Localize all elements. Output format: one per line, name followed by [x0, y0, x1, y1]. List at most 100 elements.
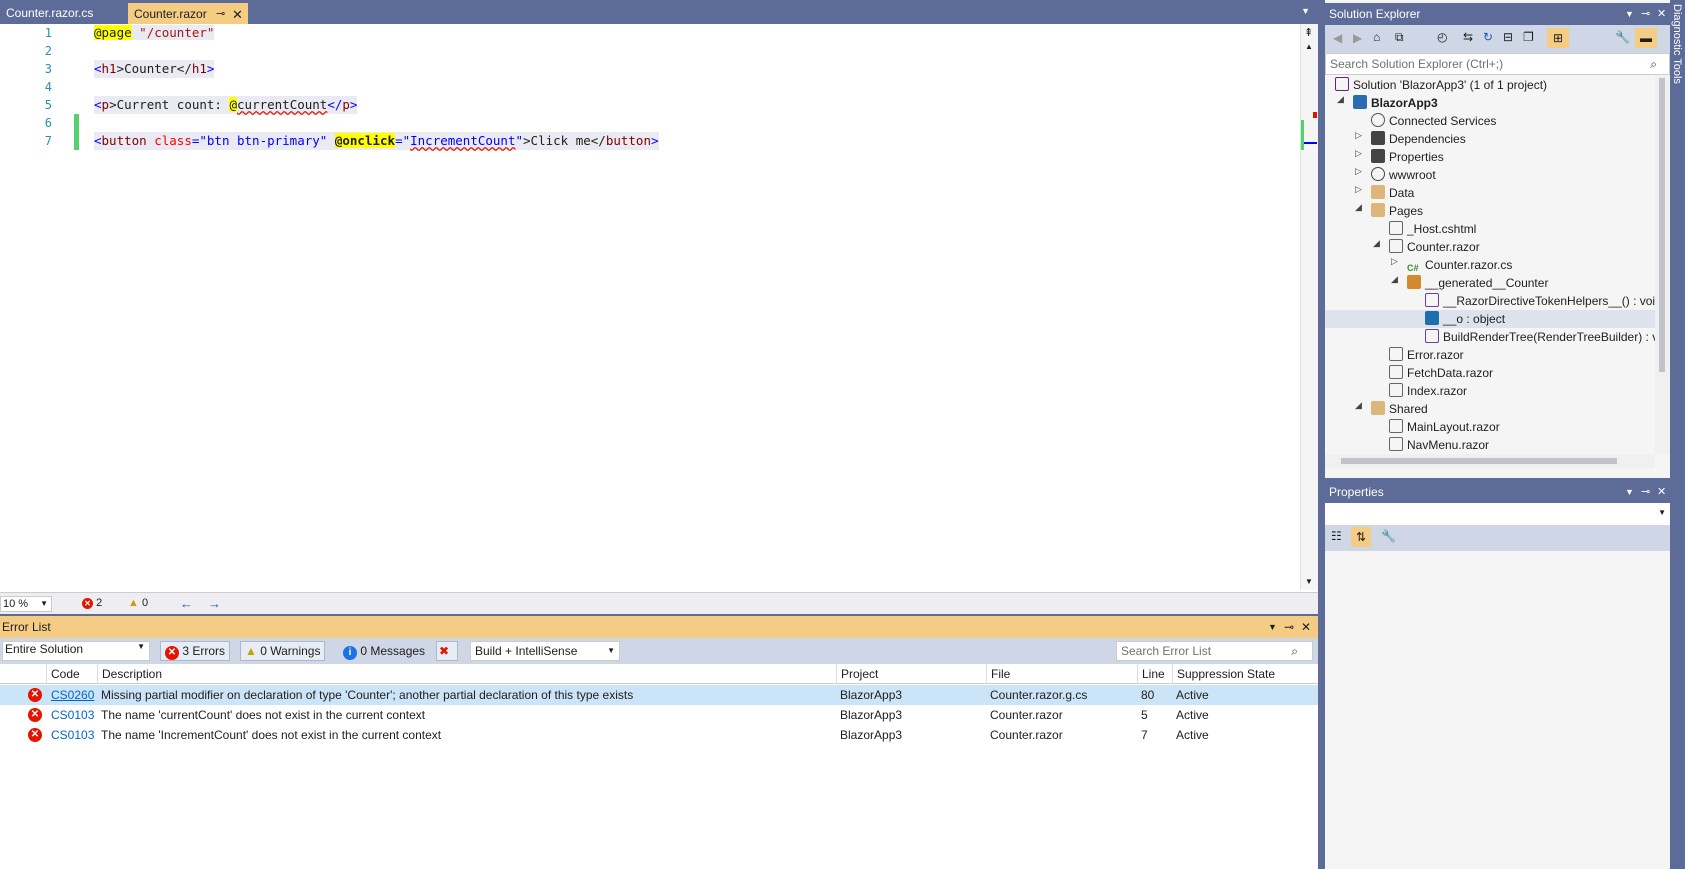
- property-pages-icon[interactable]: 🔧: [1381, 529, 1396, 543]
- scroll-down-icon[interactable]: ▼: [1305, 577, 1313, 586]
- collapsed-icon[interactable]: ▷: [1391, 256, 1398, 267]
- expanded-icon[interactable]: ◢: [1373, 238, 1380, 249]
- tree-item-project[interactable]: BlazorApp3: [1353, 94, 1438, 112]
- collapse-all-icon[interactable]: ⊟: [1503, 30, 1513, 44]
- pending-changes-icon[interactable]: ◴: [1437, 30, 1447, 44]
- error-search-input[interactable]: Search Error List ⌕: [1116, 641, 1313, 661]
- tab-counter-razor-cs[interactable]: Counter.razor.cs: [0, 3, 99, 24]
- expanded-icon[interactable]: ◢: [1355, 202, 1362, 213]
- warnings-filter-button[interactable]: ▲ 0 Warnings: [240, 641, 326, 661]
- tree-item-host[interactable]: _Host.cshtml: [1389, 220, 1476, 238]
- nav-forward-icon[interactable]: →: [208, 596, 221, 611]
- close-icon[interactable]: ✕: [1301, 616, 1311, 638]
- error-row[interactable]: ✕ CS0260 Missing partial modifier on dec…: [0, 685, 1318, 705]
- pin-icon[interactable]: ⊸: [216, 4, 225, 25]
- code-line-1[interactable]: @page "/counter": [94, 24, 215, 42]
- editor-scrollbar[interactable]: ⇞ ▲ ▼: [1300, 24, 1318, 590]
- code-line-3[interactable]: <h1>Counter</h1>: [94, 60, 215, 78]
- tree-item-fetchdata-razor[interactable]: FetchData.razor: [1389, 364, 1493, 382]
- scroll-up-icon[interactable]: ▲: [1305, 42, 1313, 51]
- tree-item-field-selected[interactable]: __o : object: [1325, 310, 1655, 328]
- filter-icon[interactable]: ✖: [436, 641, 458, 661]
- tree-item-pages[interactable]: Pages: [1371, 202, 1423, 220]
- errors-filter-button[interactable]: ✕ 3 Errors: [160, 641, 231, 661]
- tree-item-counter-razor-cs[interactable]: C# Counter.razor.cs: [1407, 256, 1512, 274]
- dropdown-icon[interactable]: ▼: [1268, 616, 1277, 638]
- code-line-5[interactable]: <p>Current count: @currentCount</p>: [94, 96, 358, 114]
- collapsed-icon[interactable]: ▷: [1355, 130, 1362, 141]
- close-icon[interactable]: ✕: [1657, 481, 1666, 503]
- tree-item-method[interactable]: __RazorDirectiveTokenHelpers__() : void: [1425, 292, 1655, 310]
- show-all-files-icon[interactable]: ❐: [1523, 30, 1534, 44]
- tree-item-mainlayout-razor[interactable]: MainLayout.razor: [1389, 418, 1500, 436]
- auto-hide-icon[interactable]: ▬: [1635, 28, 1657, 48]
- zoom-select[interactable]: 10 % ▼: [0, 596, 52, 612]
- tree-item-error-razor[interactable]: Error.razor: [1389, 346, 1464, 364]
- pin-icon[interactable]: ⊸: [1641, 3, 1650, 25]
- scroll-thumb[interactable]: [1341, 458, 1617, 464]
- tree-item-properties[interactable]: Properties: [1371, 148, 1444, 166]
- tree-item-method[interactable]: BuildRenderTree(RenderTreeBuilder) : vo: [1425, 328, 1655, 346]
- back-icon[interactable]: ◀: [1333, 31, 1342, 45]
- code-line-7[interactable]: <button class="btn btn-primary" @onclick…: [94, 132, 659, 150]
- sync-icon[interactable]: ⇆: [1463, 30, 1473, 44]
- error-code-link[interactable]: CS0103: [51, 725, 94, 745]
- error-row[interactable]: ✕ CS0103 The name 'IncrementCount' does …: [0, 725, 1318, 745]
- collapsed-icon[interactable]: ▷: [1355, 148, 1362, 159]
- tree-item-dependencies[interactable]: Dependencies: [1371, 130, 1466, 148]
- wrench-icon[interactable]: 🔧: [1615, 30, 1630, 44]
- pin-icon[interactable]: ⊸: [1284, 616, 1294, 638]
- preview-selected-icon[interactable]: ⊞: [1547, 28, 1569, 48]
- error-code-link[interactable]: CS0260: [51, 685, 94, 705]
- expanded-icon[interactable]: ◢: [1337, 94, 1344, 105]
- column-description[interactable]: Description: [97, 664, 837, 684]
- messages-filter-button[interactable]: i 0 Messages: [338, 641, 430, 661]
- collapsed-icon[interactable]: ▷: [1355, 166, 1362, 177]
- expanded-icon[interactable]: ◢: [1355, 400, 1362, 411]
- error-code-link[interactable]: CS0103: [51, 705, 94, 725]
- tab-counter-razor[interactable]: Counter.razor ⊸ ✕: [128, 3, 248, 24]
- close-icon[interactable]: ✕: [232, 4, 243, 25]
- build-filter-select[interactable]: Build + IntelliSense ▼: [470, 641, 620, 661]
- tree-item-navmenu-razor[interactable]: NavMenu.razor: [1389, 436, 1489, 454]
- dropdown-icon[interactable]: ▼: [1625, 3, 1634, 25]
- close-icon[interactable]: ✕: [1657, 3, 1666, 25]
- code-editor[interactable]: 1 2 3 4 5 6 7 @page "/counter" <h1>Count…: [0, 24, 1318, 614]
- tree-vertical-scrollbar[interactable]: [1655, 76, 1670, 454]
- tree-item-solution[interactable]: Solution 'BlazorApp3' (1 of 1 project): [1335, 76, 1547, 94]
- tab-dropdown-icon[interactable]: ▼: [1301, 6, 1310, 16]
- tree-item-shared[interactable]: Shared: [1371, 400, 1428, 418]
- categorized-icon[interactable]: ☷: [1331, 529, 1342, 543]
- diagnostic-tools-tab[interactable]: Diagnostic Tools: [1671, 4, 1683, 84]
- tree-item-wwwroot[interactable]: wwwroot: [1371, 166, 1436, 184]
- tree-item-index-razor[interactable]: Index.razor: [1389, 382, 1467, 400]
- alphabetical-icon[interactable]: ⇅: [1351, 527, 1371, 547]
- switch-views-icon[interactable]: ⧉: [1395, 30, 1404, 45]
- tree-item-connected-services[interactable]: Connected Services: [1371, 112, 1496, 130]
- expanded-icon[interactable]: ◢: [1391, 274, 1398, 285]
- tree-item-counter-razor[interactable]: Counter.razor: [1389, 238, 1480, 256]
- column-project[interactable]: Project: [836, 664, 986, 684]
- collapsed-icon[interactable]: ▷: [1355, 184, 1362, 195]
- error-count[interactable]: ✕ 2: [82, 597, 102, 609]
- refresh-icon[interactable]: ↻: [1483, 30, 1493, 44]
- scroll-thumb[interactable]: [1659, 78, 1665, 372]
- split-icon[interactable]: ⇞: [1304, 26, 1313, 39]
- home-icon[interactable]: ⌂: [1373, 30, 1380, 44]
- column-line[interactable]: Line: [1137, 664, 1172, 684]
- forward-icon[interactable]: ▶: [1353, 31, 1362, 45]
- dropdown-icon[interactable]: ▼: [1625, 481, 1634, 503]
- tree-item-data[interactable]: Data: [1371, 184, 1414, 202]
- tree-horizontal-scrollbar[interactable]: [1325, 454, 1655, 468]
- error-row[interactable]: ✕ CS0103 The name 'currentCount' does no…: [0, 705, 1318, 725]
- pin-icon[interactable]: ⊸: [1641, 481, 1650, 503]
- properties-object-select[interactable]: ▼: [1325, 503, 1670, 525]
- solution-search-input[interactable]: Search Solution Explorer (Ctrl+;) ⌕: [1325, 53, 1670, 75]
- tree-item-generated-counter[interactable]: __generated__Counter: [1407, 274, 1548, 292]
- column-code[interactable]: Code: [46, 664, 96, 684]
- column-file[interactable]: File: [986, 664, 1137, 684]
- warning-count[interactable]: ▲ 0: [128, 597, 148, 609]
- scope-select[interactable]: Entire Solution ▼: [2, 641, 150, 661]
- column-suppression-state[interactable]: Suppression State: [1172, 664, 1312, 684]
- nav-back-icon[interactable]: ←: [180, 596, 193, 611]
